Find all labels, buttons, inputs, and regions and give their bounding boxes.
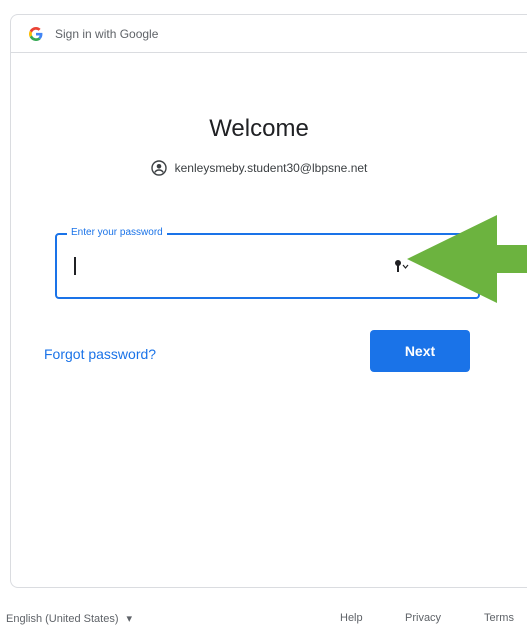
footer-link-terms[interactable]: Terms <box>484 612 514 624</box>
password-label: Enter your password <box>67 227 167 238</box>
green-arrow-annotation <box>407 215 527 303</box>
next-button[interactable]: Next <box>370 330 470 372</box>
chevron-down-icon: ▾ <box>126 613 133 625</box>
forgot-password-link[interactable]: Forgot password? <box>44 346 156 362</box>
account-email: kenleysmeby.student30@lbpsne.net <box>174 161 368 175</box>
card-header: Sign in with Google <box>11 15 527 53</box>
language-select[interactable]: English (United States) ▾ <box>6 612 133 626</box>
account-circle-icon <box>150 160 167 176</box>
account-chip[interactable]: kenleysmeby.student30@lbpsne.net <box>150 160 368 176</box>
account-row: kenleysmeby.student30@lbpsne.net <box>11 160 527 176</box>
footer: English (United States) ▾ Help Privacy T… <box>0 608 527 633</box>
text-cursor <box>74 257 76 275</box>
page-title: Welcome <box>209 115 309 142</box>
password-input[interactable] <box>73 255 377 279</box>
google-g-icon <box>29 26 43 41</box>
footer-link-privacy[interactable]: Privacy <box>405 612 441 624</box>
language-label: English (United States) <box>6 612 119 625</box>
footer-link-help[interactable]: Help <box>340 612 363 624</box>
header-title: Sign in with Google <box>55 26 159 41</box>
